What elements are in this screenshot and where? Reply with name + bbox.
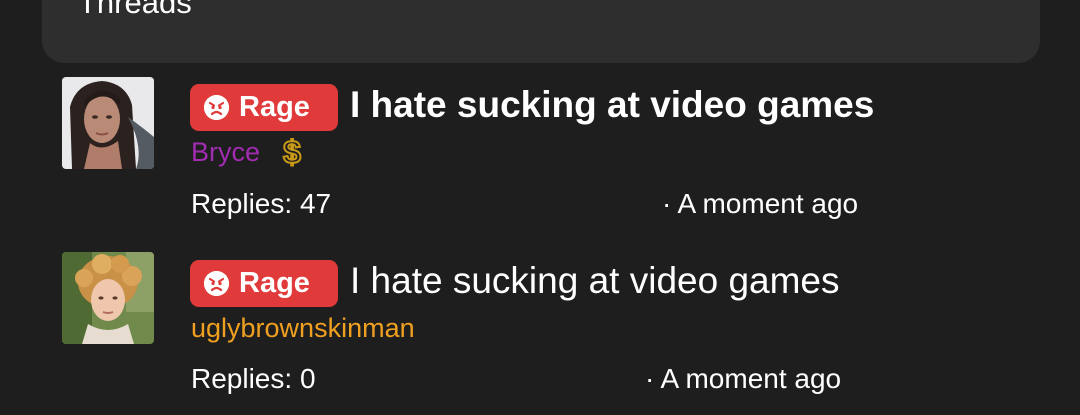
angry-face-icon	[204, 95, 229, 120]
reply-count: Replies: 47	[191, 188, 332, 219]
thread-title[interactable]: I hate sucking at video games	[350, 260, 840, 302]
angry-face-icon	[204, 271, 229, 296]
thread-item[interactable]: Rage I hate sucking at video games uglyb…	[0, 235, 1080, 415]
thread-item[interactable]: Rage I hate sucking at video games Bryce…	[0, 0, 1080, 235]
rage-tag-badge: Rage	[190, 260, 338, 307]
tag-label: Rage	[239, 91, 310, 123]
rage-tag-badge: Rage	[190, 84, 338, 131]
author-name[interactable]: uglybrownskinman	[191, 313, 415, 344]
timestamp: · A moment ago	[662, 188, 859, 219]
dollar-icon: $	[278, 133, 306, 178]
timestamp: · A moment ago	[645, 363, 842, 394]
tag-label: Rage	[239, 267, 310, 299]
avatar[interactable]	[62, 77, 154, 169]
reply-count: Replies: 0	[191, 363, 316, 394]
thread-title[interactable]: I hate sucking at video games	[350, 84, 874, 126]
avatar[interactable]	[62, 252, 154, 344]
author-name[interactable]: Bryce	[191, 137, 260, 168]
svg-text:$: $	[283, 134, 301, 170]
